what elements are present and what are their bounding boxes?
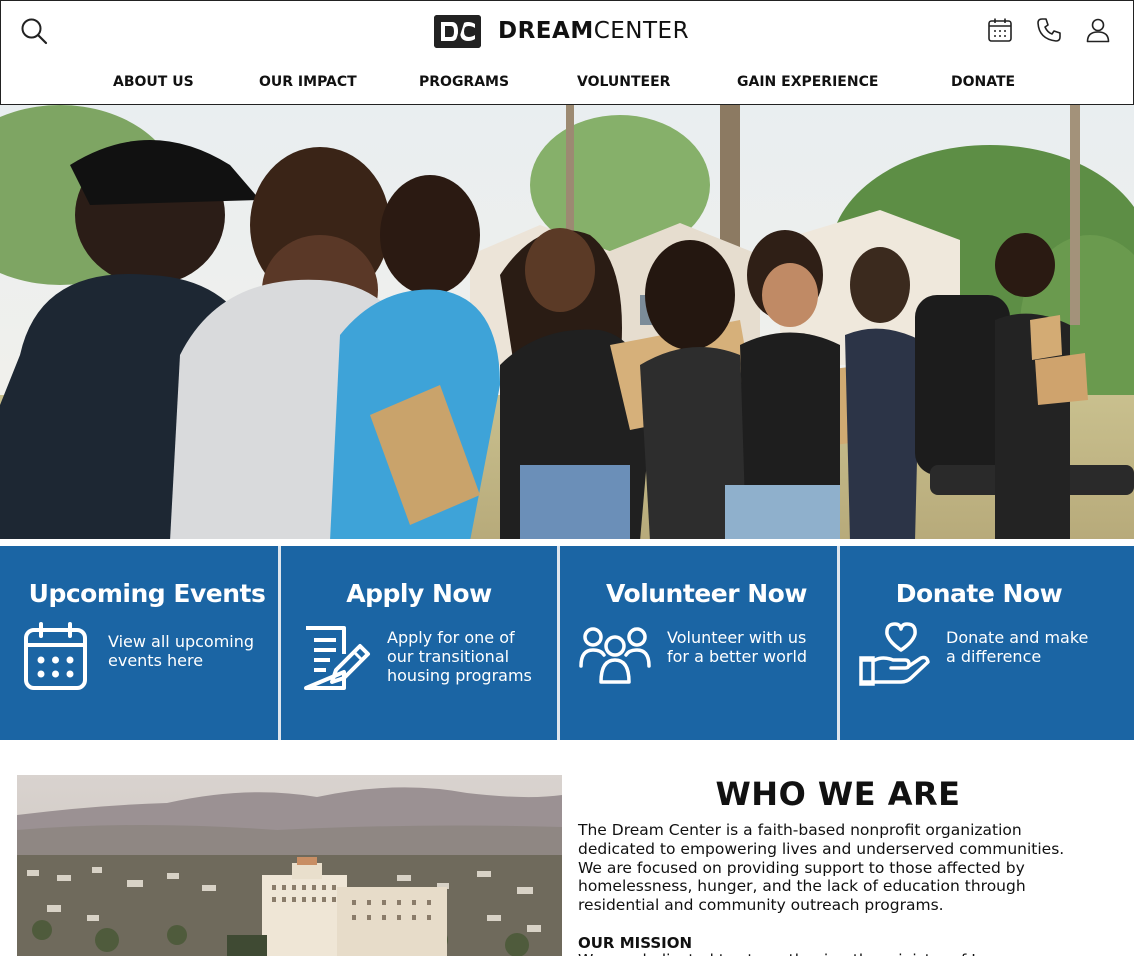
card-title: Apply Now [346, 579, 492, 608]
who-we-are-heading: WHO WE ARE [715, 775, 961, 813]
action-cards: Upcoming Events View all upcoming events… [0, 546, 1134, 740]
donate-now-card[interactable]: Donate Now Donate and make a difference [840, 546, 1134, 740]
card-title: Donate Now [895, 579, 1063, 608]
our-mission-text: We are dedicated to strengthening the mi… [578, 951, 1108, 956]
upcoming-events-card[interactable]: Upcoming Events View all upcoming events… [0, 546, 278, 740]
site-logo[interactable]: DREAMCENTER [434, 14, 689, 48]
nav-our-impact[interactable]: OUR IMPACT [259, 74, 357, 90]
nav-donate[interactable]: DONATE [951, 74, 1015, 90]
nav-volunteer[interactable]: VOLUNTEER [577, 74, 670, 90]
people-icon [579, 624, 651, 690]
our-mission-heading: OUR MISSION [578, 934, 693, 952]
card-text: Volunteer with us for a better world [667, 628, 808, 666]
card-text: Apply for one of our transitional housin… [387, 628, 532, 685]
card-text: View all upcoming events here [108, 632, 255, 670]
nav-about-us[interactable]: ABOUT US [113, 74, 194, 90]
card-title: Volunteer Now [606, 579, 807, 608]
who-we-are-text: The Dream Center is a faith-based nonpro… [578, 821, 1065, 915]
search-icon[interactable] [19, 16, 49, 46]
main-nav: ABOUT US OUR IMPACT PROGRAMS VOLUNTEER G… [0, 60, 1134, 105]
hero-photo [0, 105, 1134, 541]
nav-programs[interactable]: PROGRAMS [419, 74, 509, 90]
site-header: DREAMCENTER [0, 0, 1134, 61]
apply-now-card[interactable]: Apply Now Apply for one of our transitio… [281, 546, 557, 740]
phone-icon[interactable] [1035, 16, 1063, 44]
calendar-icon[interactable] [986, 16, 1014, 44]
city-photo [17, 775, 562, 956]
heart-hand-icon [859, 620, 931, 692]
user-icon[interactable] [1084, 16, 1112, 44]
volunteer-now-card[interactable]: Volunteer Now Volunteer with us for a be… [560, 546, 837, 740]
logo-mark [434, 14, 481, 48]
card-text: Donate and make a difference [946, 628, 1089, 666]
card-title: Upcoming Events [28, 579, 266, 608]
logo-text: DREAMCENTER [498, 18, 690, 44]
document-pen-icon [302, 624, 372, 696]
calendar-icon [23, 622, 88, 696]
nav-gain-experience[interactable]: GAIN EXPERIENCE [737, 74, 878, 90]
